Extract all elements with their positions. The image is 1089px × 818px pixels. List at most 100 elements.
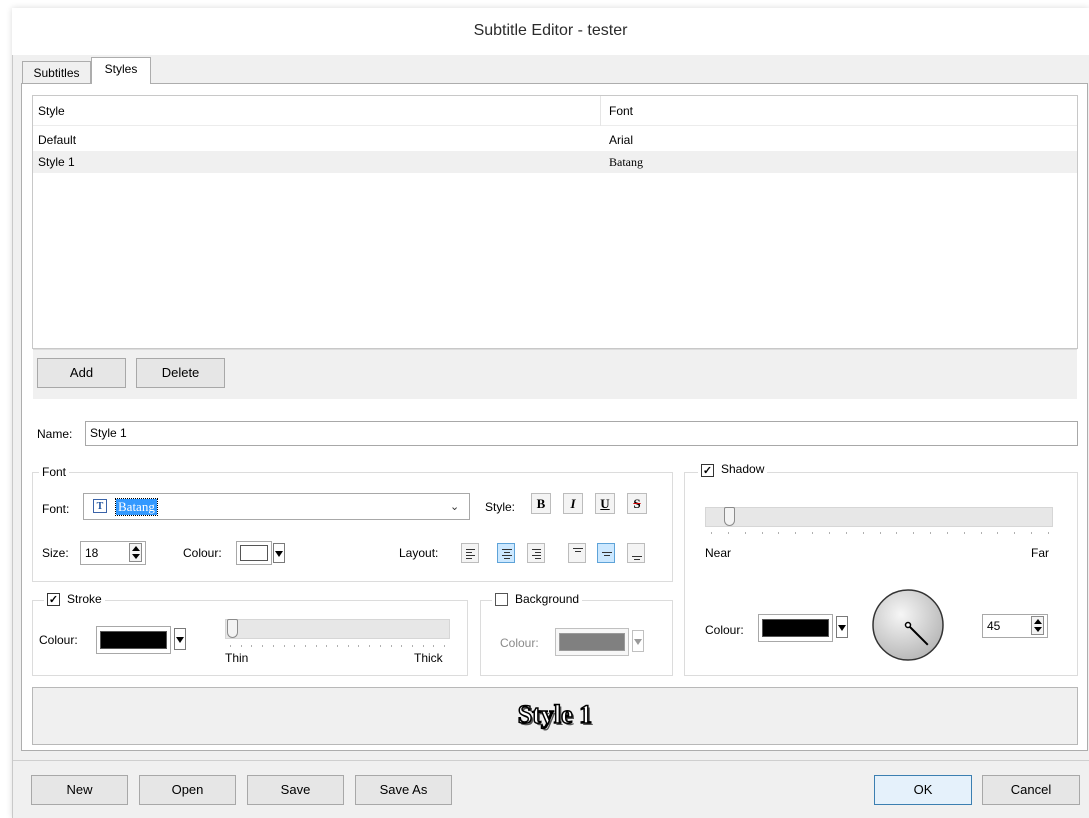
stroke-colour-picker[interactable] — [96, 626, 171, 654]
style-name-input[interactable]: Style 1 — [85, 421, 1078, 446]
slider-tick — [251, 645, 252, 647]
table-row[interactable]: Default Arial — [33, 129, 1077, 151]
name-label: Name: — [37, 427, 73, 441]
align-left-button[interactable] — [461, 543, 479, 563]
column-header-style[interactable]: Style — [38, 104, 65, 118]
spin-arrows-icon[interactable] — [129, 543, 142, 562]
tab-subtitles[interactable]: Subtitles — [22, 61, 91, 85]
spin-arrows-icon[interactable] — [1031, 616, 1044, 635]
slider-tick — [947, 532, 948, 534]
font-select-value: Batang — [115, 498, 158, 516]
dropdown-arrow-icon — [838, 625, 846, 631]
shadow-colour-picker[interactable] — [758, 614, 833, 642]
slider-tick — [913, 532, 914, 534]
stroke-max-label: Thick — [414, 651, 443, 665]
slider-tick — [846, 532, 847, 534]
slider-tick — [444, 645, 445, 647]
row-font-name: Batang — [609, 155, 643, 169]
row-style-name: Style 1 — [38, 155, 75, 169]
slider-tick — [930, 532, 931, 534]
shadow-legend: ✓ Shadow — [698, 462, 768, 477]
tab-styles[interactable]: Styles — [91, 57, 151, 84]
slider-tick — [337, 645, 338, 647]
shadow-checkbox[interactable]: ✓ — [701, 464, 714, 477]
shadow-angle-value: 45 — [987, 619, 1001, 633]
shadow-distance-slider[interactable] — [705, 507, 1053, 527]
slider-tick — [284, 645, 285, 647]
table-row[interactable]: Style 1 Batang — [33, 151, 1077, 173]
shadow-distance-slider-thumb[interactable] — [723, 507, 735, 526]
slider-tick — [433, 645, 434, 647]
column-separator[interactable] — [600, 96, 601, 126]
align-middle-button[interactable] — [597, 543, 615, 563]
font-style-label: Style: — [485, 500, 516, 514]
add-style-button[interactable]: Add — [37, 358, 126, 388]
column-header-font[interactable]: Font — [609, 104, 633, 118]
slider-tick — [812, 532, 813, 534]
dropdown-arrow-icon — [275, 551, 283, 557]
ok-button[interactable]: OK — [874, 775, 972, 805]
slider-tick — [391, 645, 392, 647]
slider-tick — [273, 645, 274, 647]
text-colour-label: Colour: — [183, 546, 222, 560]
slider-tick — [997, 532, 998, 534]
slider-tick — [358, 645, 359, 647]
background-legend: Background — [492, 592, 583, 606]
slider-tick — [1014, 532, 1015, 534]
dropdown-arrow-icon — [634, 639, 642, 645]
background-colour-dropdown[interactable] — [632, 630, 644, 652]
shadow-angle-spinner[interactable]: 45 — [982, 614, 1048, 638]
shadow-colour-dropdown[interactable] — [836, 616, 848, 638]
underline-button[interactable]: U — [595, 493, 615, 514]
open-button[interactable]: Open — [139, 775, 236, 805]
row-font-name: Arial — [609, 133, 634, 147]
slider-tick — [412, 645, 413, 647]
text-colour-picker[interactable] — [236, 541, 272, 565]
shadow-slider-ticks — [711, 532, 1049, 535]
shadow-angle-dial[interactable] — [871, 588, 945, 662]
shadow-colour-swatch — [762, 619, 829, 637]
slider-tick — [230, 645, 231, 647]
layout-label: Layout: — [399, 546, 439, 560]
slider-tick — [305, 645, 306, 647]
align-top-button[interactable] — [568, 543, 586, 563]
delete-style-button[interactable]: Delete — [136, 358, 225, 388]
align-bottom-button[interactable] — [627, 543, 645, 563]
style-name-value: Style 1 — [90, 426, 127, 440]
save-as-button[interactable]: Save As — [355, 775, 452, 805]
align-right-button[interactable] — [527, 543, 545, 563]
window-title: Subtitle Editor - tester — [473, 22, 628, 39]
slider-tick — [1048, 532, 1049, 534]
stroke-min-label: Thin — [225, 651, 249, 665]
align-center-button[interactable] — [497, 543, 515, 563]
font-size-spinner[interactable]: 18 — [80, 541, 146, 565]
shadow-far-label: Far — [1031, 546, 1049, 560]
stroke-legend: ✓ Stroke — [44, 592, 105, 606]
slider-tick — [880, 532, 881, 534]
stroke-checkbox[interactable]: ✓ — [47, 593, 60, 606]
slider-tick — [778, 532, 779, 534]
font-select[interactable]: T Batang ⌄ — [83, 493, 470, 520]
stroke-slider[interactable] — [225, 619, 450, 639]
font-group — [32, 472, 673, 582]
slider-tick — [745, 532, 746, 534]
italic-button[interactable]: I — [563, 493, 583, 514]
shadow-near-label: Near — [705, 546, 732, 560]
slider-tick — [829, 532, 830, 534]
tab-connector — [92, 82, 150, 85]
background-checkbox[interactable] — [495, 593, 508, 606]
slider-tick — [348, 645, 349, 647]
strikethrough-button[interactable]: S — [627, 493, 647, 514]
background-colour-picker[interactable] — [555, 628, 629, 656]
preview-text: Style 1 — [517, 699, 593, 730]
stroke-colour-dropdown[interactable] — [174, 628, 186, 650]
new-button[interactable]: New — [31, 775, 128, 805]
slider-tick — [1031, 532, 1032, 534]
slider-tick — [728, 532, 729, 534]
slider-tick — [423, 645, 424, 647]
text-colour-dropdown[interactable] — [273, 543, 285, 563]
cancel-button[interactable]: Cancel — [982, 775, 1080, 805]
bold-button[interactable]: B — [531, 493, 551, 514]
stroke-slider-thumb[interactable] — [227, 619, 238, 638]
save-button[interactable]: Save — [247, 775, 344, 805]
